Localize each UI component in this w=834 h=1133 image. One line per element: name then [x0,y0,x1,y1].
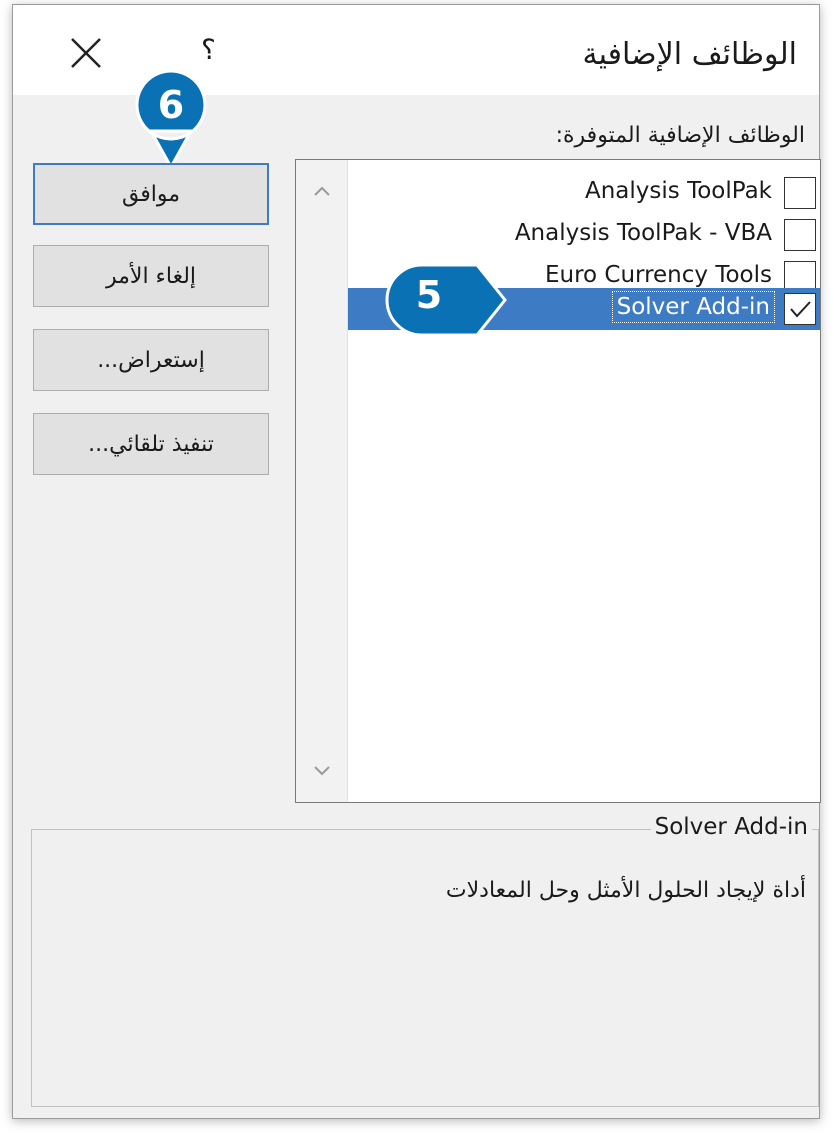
chevron-up-icon[interactable] [312,184,332,198]
addins-dialog: الوظائف الإضافية ؟ الوظائف الإضافية المت… [12,4,821,1119]
close-icon[interactable] [66,33,106,73]
list-item-label: Euro Currency Tools [544,262,772,288]
list-item-label: Analysis ToolPak - VBA [514,220,772,246]
checkbox-analysis-toolpak[interactable] [784,177,816,209]
checkmark-icon [790,301,811,318]
ok-button[interactable]: موافق [33,163,269,225]
dialog-title: الوظائف الإضافية [582,37,797,72]
step-6-number: 6 [157,83,185,127]
list-item-label: Solver Add-in [611,291,776,323]
cancel-button[interactable]: إلغاء الأمر [33,245,269,307]
checkbox-solver-addin[interactable] [784,293,816,325]
automation-button[interactable]: تنفيذ تلقائي... [33,413,269,475]
addin-details-description: أداة لإيجاد الحلول الأمثل وحل المعادلات [445,878,806,903]
list-item-analysis-toolpak-vba[interactable]: Analysis ToolPak - VBA [348,214,820,256]
addins-listbox[interactable]: Analysis ToolPak Analysis ToolPak - VBA … [295,159,821,803]
available-addins-label: الوظائف الإضافية المتوفرة: [555,123,805,148]
addin-details-group: Solver Add-in أداة لإيجاد الحلول الأمثل … [31,814,819,1107]
browse-button[interactable]: إستعراض... [33,329,269,391]
list-item-analysis-toolpak[interactable]: Analysis ToolPak [348,172,820,214]
listbox-scrollbar[interactable] [296,160,348,802]
help-icon[interactable]: ؟ [201,33,216,66]
chevron-down-icon[interactable] [312,764,332,778]
step-5-number: 5 [415,273,443,317]
list-item-label: Analysis ToolPak [585,178,772,204]
addin-details-title: Solver Add-in [650,814,812,840]
checkbox-analysis-toolpak-vba[interactable] [784,219,816,251]
